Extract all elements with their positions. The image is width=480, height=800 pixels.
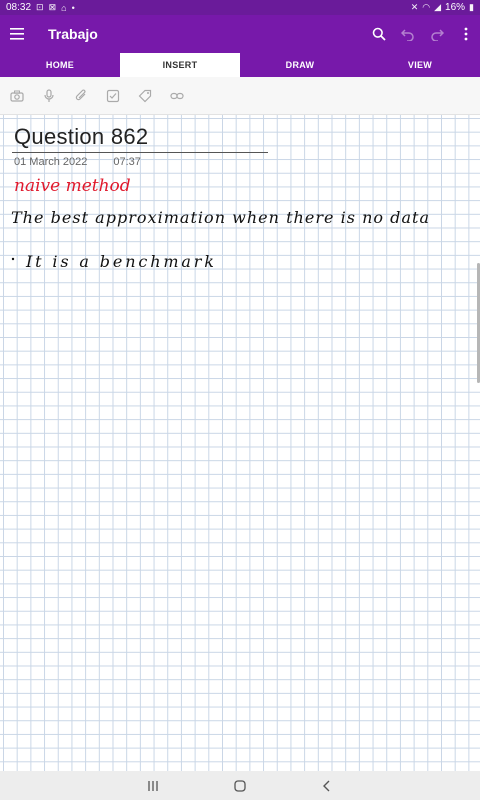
insert-link-button[interactable] xyxy=(168,87,186,105)
tab-insert[interactable]: INSERT xyxy=(120,53,240,77)
hamburger-menu-button[interactable] xyxy=(0,15,34,53)
tab-home[interactable]: HOME xyxy=(0,53,120,77)
redo-button[interactable] xyxy=(422,15,451,53)
home-icon: ⌂ xyxy=(61,2,67,13)
ink-heading: naive method xyxy=(14,176,131,196)
recents-button[interactable] xyxy=(143,776,163,796)
tab-draw[interactable]: DRAW xyxy=(240,53,360,77)
note-canvas[interactable]: Question 862 01 March 2022 07:37 naive m… xyxy=(0,115,480,771)
link-icon xyxy=(170,92,184,99)
battery-icon: ▮ xyxy=(469,2,474,12)
ink-line-1: The best approximation when there is no … xyxy=(11,208,429,227)
more-icon xyxy=(464,27,467,41)
ink-bullet xyxy=(11,257,15,261)
mirror-icon: ⊠ xyxy=(48,2,57,12)
status-time: 08:32 xyxy=(6,2,32,13)
ink-line-2: It is a benchmark xyxy=(25,252,214,271)
insert-file-button[interactable] xyxy=(72,87,90,105)
tab-view[interactable]: VIEW xyxy=(360,53,480,77)
system-nav-bar xyxy=(0,771,480,800)
dot-icon: • xyxy=(71,2,75,13)
battery-level: 16% xyxy=(445,2,466,13)
back-button[interactable] xyxy=(317,776,337,796)
back-icon xyxy=(322,780,330,791)
app-bar: Trabajo xyxy=(0,15,480,53)
undo-button[interactable] xyxy=(393,15,422,53)
checklist-icon xyxy=(106,89,120,102)
handwriting-layer: naive method The best approximation when… xyxy=(11,176,429,271)
recents-icon xyxy=(148,780,158,791)
notebook-title: Trabajo xyxy=(48,26,98,42)
microphone-icon xyxy=(44,88,54,102)
insert-ribbon xyxy=(0,77,480,115)
insert-tag-button[interactable] xyxy=(136,87,154,105)
mute-icon: ✕ xyxy=(410,2,419,12)
attachment-icon xyxy=(75,89,86,100)
camera-icon xyxy=(10,90,24,102)
redo-icon xyxy=(430,29,444,41)
home-icon xyxy=(234,779,246,792)
more-options-button[interactable] xyxy=(451,15,480,53)
hamburger-icon xyxy=(10,28,24,40)
wifi-icon: ◠ xyxy=(422,2,431,12)
search-button[interactable] xyxy=(364,15,393,53)
status-bar: 08:32 ⊡ ⊠ ⌂ • ✕ ◠ ◢ 16% ▮ xyxy=(0,0,480,15)
undo-icon xyxy=(400,29,414,41)
insert-checklist-button[interactable] xyxy=(104,87,122,105)
tag-icon xyxy=(138,89,152,102)
signal-icon: ◢ xyxy=(434,2,442,12)
screen-record-icon: ⊡ xyxy=(36,2,44,12)
ribbon-tabs: HOME INSERT DRAW VIEW xyxy=(0,53,480,77)
home-button[interactable] xyxy=(230,776,250,796)
insert-audio-button[interactable] xyxy=(40,87,58,105)
insert-picture-button[interactable] xyxy=(8,87,26,105)
search-icon xyxy=(372,27,386,41)
